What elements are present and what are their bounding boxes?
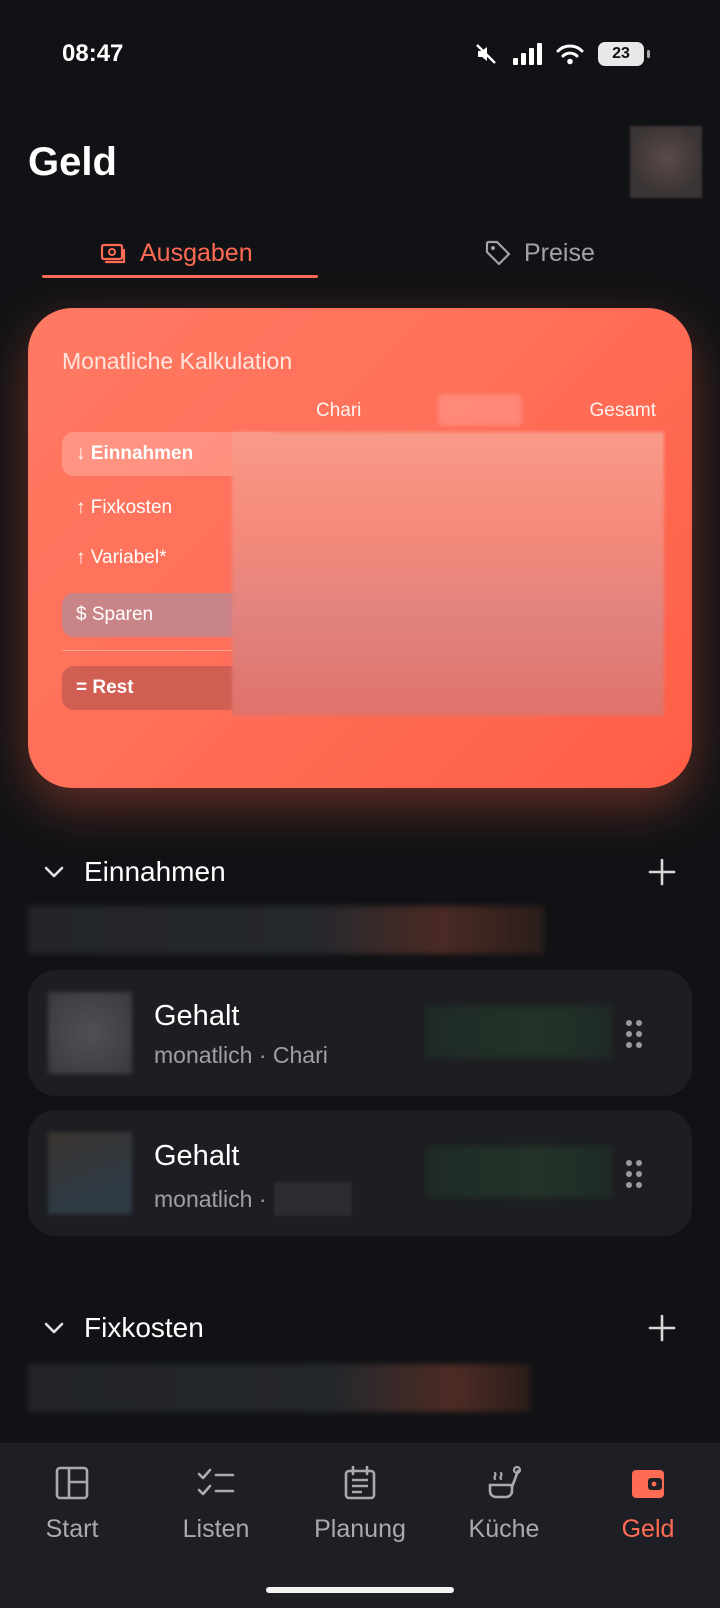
redacted-summary-bar (28, 1364, 530, 1412)
home-indicator (266, 1587, 454, 1593)
item-subtitle: monatlich · Chari (154, 1042, 328, 1069)
nav-listen-label: Listen (182, 1515, 250, 1543)
avatar[interactable] (630, 126, 702, 198)
redacted-summary-bar (28, 906, 544, 954)
list-item[interactable]: Gehalt monatlich · (28, 1110, 692, 1236)
redacted-amount (426, 1006, 612, 1058)
nav-start[interactable]: Start (0, 1465, 144, 1544)
item-avatar (48, 1132, 132, 1214)
drag-handle-icon[interactable] (624, 1158, 644, 1190)
tab-ausgaben-label: Ausgaben (140, 238, 253, 267)
nav-geld[interactable]: Geld (576, 1465, 720, 1544)
bottom-navigation: Start Listen Planung Küche Geld (0, 1443, 720, 1608)
nav-kueche[interactable]: Küche (432, 1465, 576, 1544)
tab-bar: Ausgaben Preise (0, 225, 720, 281)
section-header-einnahmen[interactable]: Einnahmen (42, 852, 682, 892)
tab-ausgaben[interactable]: Ausgaben (100, 225, 253, 281)
battery-indicator: 23 (598, 42, 650, 66)
list-item[interactable]: Gehalt monatlich · Chari (28, 970, 692, 1096)
section-title-fixkosten: Fixkosten (84, 1312, 204, 1343)
mute-icon (476, 44, 496, 64)
item-subtitle-text: monatlich · (154, 1185, 267, 1212)
status-time: 08:47 (62, 40, 124, 67)
calendar-icon (344, 1465, 376, 1500)
nav-planung[interactable]: Planung (288, 1465, 432, 1544)
checklist-icon (197, 1468, 235, 1496)
money-icon (100, 243, 126, 264)
layout-icon (55, 1466, 89, 1500)
section-title-einnahmen: Einnahmen (84, 856, 226, 887)
column-hidden (438, 394, 522, 426)
column-gesamt: Gesamt (589, 400, 656, 421)
column-chari: Chari (316, 400, 362, 421)
redacted-values (232, 432, 664, 716)
cooking-pot-icon (488, 1465, 522, 1499)
tab-preise-label: Preise (524, 238, 595, 267)
add-einnahme-button[interactable] (642, 852, 682, 892)
status-icons: 23 (474, 42, 650, 66)
item-subtitle-text: monatlich · Chari (154, 1042, 328, 1068)
signal-icon (513, 43, 542, 65)
chevron-down-icon[interactable] (42, 1316, 66, 1340)
page-title: Geld (28, 140, 117, 184)
tab-active-indicator (42, 275, 318, 278)
tag-icon (485, 240, 511, 266)
item-title: Gehalt (154, 1000, 240, 1032)
wifi-icon (556, 44, 584, 65)
row-variabel: ↑ Variabel* (76, 547, 167, 568)
item-subtitle: monatlich · (154, 1182, 353, 1216)
item-avatar (48, 992, 132, 1074)
calculation-title: Monatliche Kalkulation (62, 348, 293, 374)
redacted-amount (426, 1146, 612, 1198)
nav-planung-label: Planung (314, 1515, 406, 1543)
add-fixkosten-button[interactable] (642, 1308, 682, 1348)
row-fixkosten: ↑ Fixkosten (76, 497, 173, 518)
drag-handle-icon[interactable] (624, 1018, 644, 1050)
chevron-down-icon[interactable] (42, 860, 66, 884)
redacted-name (274, 1182, 353, 1216)
section-header-fixkosten[interactable]: Fixkosten (42, 1308, 682, 1348)
wallet-icon (632, 1470, 664, 1498)
item-title: Gehalt (154, 1140, 240, 1172)
nav-start-label: Start (45, 1515, 99, 1543)
nav-kueche-label: Küche (468, 1515, 540, 1543)
tab-preise[interactable]: Preise (484, 225, 595, 281)
nav-listen[interactable]: Listen (144, 1465, 288, 1544)
monthly-calculation-card[interactable]: Monatliche Kalkulation Chari Gesamt ↓ Ei… (28, 308, 692, 788)
nav-geld-label: Geld (621, 1515, 675, 1543)
